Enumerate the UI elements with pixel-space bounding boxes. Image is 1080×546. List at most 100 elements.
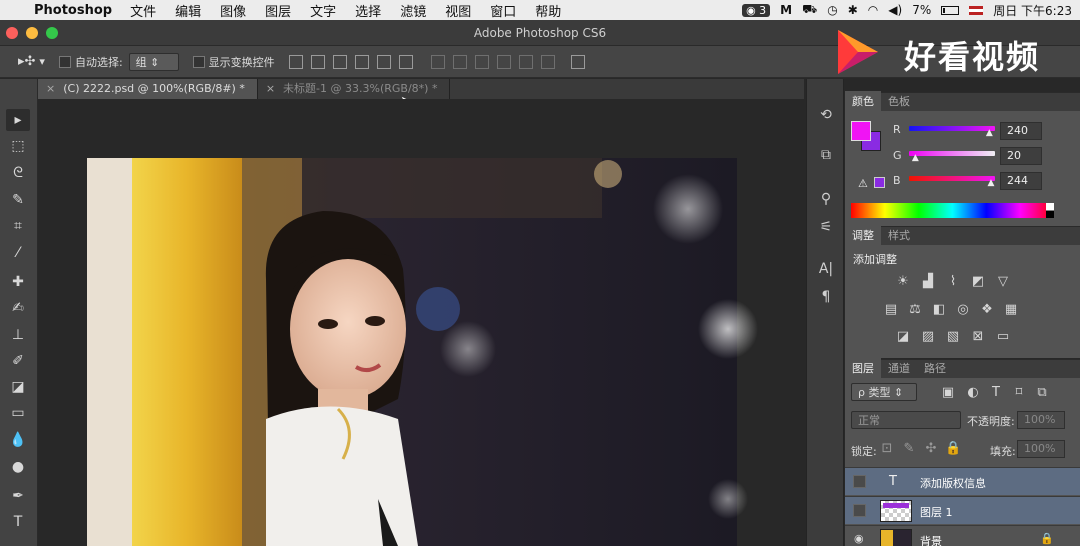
menu-select[interactable]: 选择 bbox=[355, 1, 381, 20]
blue-slider-handle[interactable]: ▲ bbox=[988, 178, 995, 188]
vibrance-icon[interactable]: ▽ bbox=[995, 275, 1011, 289]
distribute-bottom-icon[interactable] bbox=[474, 54, 489, 69]
crop-tool-icon[interactable]: ⌗ bbox=[6, 215, 30, 237]
red-slider-handle[interactable]: ▲ bbox=[986, 128, 993, 138]
align-bottom-icon[interactable] bbox=[332, 54, 347, 69]
align-right-icon[interactable] bbox=[398, 54, 413, 69]
channel-mixer-icon[interactable]: ❖ bbox=[979, 303, 995, 317]
close-tab-icon[interactable]: × bbox=[46, 82, 55, 95]
layer-name[interactable]: 添加版权信息 bbox=[920, 475, 986, 491]
gradient-map-icon[interactable]: ▭ bbox=[995, 330, 1011, 344]
history-panel-icon[interactable]: ⟲ bbox=[815, 105, 837, 125]
menu-window[interactable]: 窗口 bbox=[490, 1, 516, 20]
wifi-icon[interactable]: ◠ bbox=[868, 3, 878, 17]
filter-smart-object-icon[interactable]: ⧉ bbox=[1034, 386, 1050, 400]
volume-icon[interactable]: ◀) bbox=[888, 3, 902, 17]
eye-icon[interactable]: ◉ bbox=[854, 532, 864, 545]
align-top-icon[interactable] bbox=[288, 54, 303, 69]
truck-icon[interactable]: ⛟ bbox=[802, 2, 817, 18]
type-tool-icon[interactable]: T bbox=[6, 511, 30, 533]
tab-styles[interactable]: 样式 bbox=[881, 225, 917, 245]
move-tool-preset-icon[interactable]: ▸✣ bbox=[18, 54, 35, 69]
layer-visibility-toggle[interactable] bbox=[853, 475, 866, 488]
foreground-background-swatch[interactable] bbox=[851, 121, 881, 151]
pen-tool-icon[interactable]: ✒ bbox=[6, 485, 30, 507]
selective-color-icon[interactable]: ⊠ bbox=[970, 330, 986, 344]
layer-filter-dropdown[interactable]: ρ 类型 ⇕ bbox=[851, 383, 917, 401]
status-badge[interactable]: ◉ 3 bbox=[742, 3, 771, 17]
lasso-tool-icon[interactable]: ᘓ bbox=[6, 162, 30, 184]
app-menu[interactable]: Photoshop bbox=[34, 3, 112, 18]
tab-color[interactable]: 颜色 bbox=[845, 91, 881, 111]
hue-saturation-icon[interactable]: ▤ bbox=[883, 303, 899, 317]
auto-select-dropdown[interactable]: 组 ⇕ bbox=[128, 52, 179, 71]
threshold-icon[interactable]: ▧ bbox=[945, 330, 961, 344]
layer-name[interactable]: 图层 1 bbox=[920, 504, 953, 520]
canvas-area[interactable] bbox=[38, 99, 804, 546]
tab-adjustments[interactable]: 调整 bbox=[845, 225, 881, 245]
eraser-tool-icon[interactable]: ◪ bbox=[6, 376, 30, 398]
black-white-icon[interactable]: ◧ bbox=[931, 303, 947, 317]
preset-dropdown-icon[interactable]: ▾ bbox=[39, 55, 45, 68]
menu-layer[interactable]: 图层 bbox=[265, 1, 291, 20]
menu-view[interactable]: 视图 bbox=[445, 1, 471, 20]
layer-visibility-toggle[interactable] bbox=[853, 504, 866, 517]
align-vcenter-icon[interactable] bbox=[310, 54, 325, 69]
battery-icon[interactable] bbox=[941, 5, 960, 15]
menu-edit[interactable]: 编辑 bbox=[175, 1, 201, 20]
layer-row[interactable]: ◉ 背景 🔒 bbox=[845, 525, 1080, 546]
curves-icon[interactable]: ⌇ bbox=[945, 275, 961, 289]
close-tab-icon[interactable]: × bbox=[266, 82, 275, 95]
paragraph-panel-icon[interactable]: ¶ bbox=[815, 287, 837, 307]
levels-icon[interactable]: ▟ bbox=[920, 275, 936, 289]
layer-row[interactable]: T 添加版权信息 bbox=[845, 467, 1080, 495]
green-value-input[interactable]: 20 bbox=[1000, 147, 1042, 165]
fill-input[interactable]: 100% bbox=[1017, 440, 1065, 458]
document-image[interactable] bbox=[38, 99, 804, 546]
filter-shape-icon[interactable]: ⌑ bbox=[1011, 386, 1027, 400]
filter-type-icon[interactable]: T bbox=[988, 386, 1004, 400]
move-tool-icon[interactable]: ▸ bbox=[6, 109, 30, 131]
blur-tool-icon[interactable]: 💧 bbox=[6, 429, 30, 451]
tab-swatches[interactable]: 色板 bbox=[881, 91, 917, 111]
distribute-left-icon[interactable] bbox=[496, 54, 511, 69]
show-transform-checkbox[interactable] bbox=[192, 55, 205, 68]
distribute-hcenter-icon[interactable] bbox=[518, 54, 533, 69]
layer-row[interactable]: 图层 1 bbox=[845, 496, 1080, 524]
lock-image-icon[interactable]: ✎ bbox=[901, 442, 917, 456]
menu-image[interactable]: 图像 bbox=[220, 1, 246, 20]
blue-value-input[interactable]: 244 bbox=[1000, 172, 1042, 190]
tab-channels[interactable]: 通道 bbox=[881, 358, 917, 378]
quick-select-tool-icon[interactable]: ✎ bbox=[6, 189, 30, 211]
character-panel-icon[interactable]: A| bbox=[815, 259, 837, 279]
malwarebytes-icon[interactable]: M bbox=[780, 3, 792, 17]
distribute-vcenter-icon[interactable] bbox=[452, 54, 467, 69]
tool-presets-icon[interactable]: ⚲ bbox=[815, 189, 837, 209]
clock[interactable]: 周日 下午6:23 bbox=[993, 2, 1072, 19]
menu-file[interactable]: 文件 bbox=[130, 1, 156, 20]
red-value-input[interactable]: 240 bbox=[1000, 122, 1042, 140]
menu-filter[interactable]: 滤镜 bbox=[400, 1, 426, 20]
invert-icon[interactable]: ◪ bbox=[895, 330, 911, 344]
gamut-warning-icon[interactable]: ⚠ bbox=[858, 177, 868, 190]
gamut-color-swatch[interactable] bbox=[874, 177, 885, 188]
clone-stamp-icon[interactable]: ⊥ bbox=[6, 324, 30, 346]
history-brush-icon[interactable]: ✐ bbox=[6, 350, 30, 372]
align-hcenter-icon[interactable] bbox=[376, 54, 391, 69]
menu-help[interactable]: 帮助 bbox=[535, 1, 561, 20]
blend-mode-dropdown[interactable]: 正常 bbox=[851, 411, 961, 429]
lock-transparent-icon[interactable]: ⊡ bbox=[879, 442, 895, 456]
bluetooth-icon[interactable]: ✱ bbox=[848, 3, 858, 17]
opacity-input[interactable]: 100% bbox=[1017, 411, 1065, 429]
distribute-right-icon[interactable] bbox=[540, 54, 555, 69]
brightness-icon[interactable]: ☀ bbox=[895, 275, 911, 289]
color-balance-icon[interactable]: ⚖ bbox=[907, 303, 923, 317]
brush-tool-icon[interactable]: ✍ bbox=[6, 297, 30, 319]
marquee-tool-icon[interactable]: ⬚ bbox=[6, 135, 30, 157]
brush-presets-icon[interactable]: ⚟ bbox=[815, 217, 837, 237]
photo-filter-icon[interactable]: ◎ bbox=[955, 303, 971, 317]
tab-2222-psd[interactable]: × (C) 2222.psd @ 100%(RGB/8#) * bbox=[38, 79, 258, 99]
red-slider[interactable] bbox=[909, 126, 995, 131]
layer-name[interactable]: 背景 bbox=[920, 533, 942, 546]
menu-type[interactable]: 文字 bbox=[310, 1, 336, 20]
